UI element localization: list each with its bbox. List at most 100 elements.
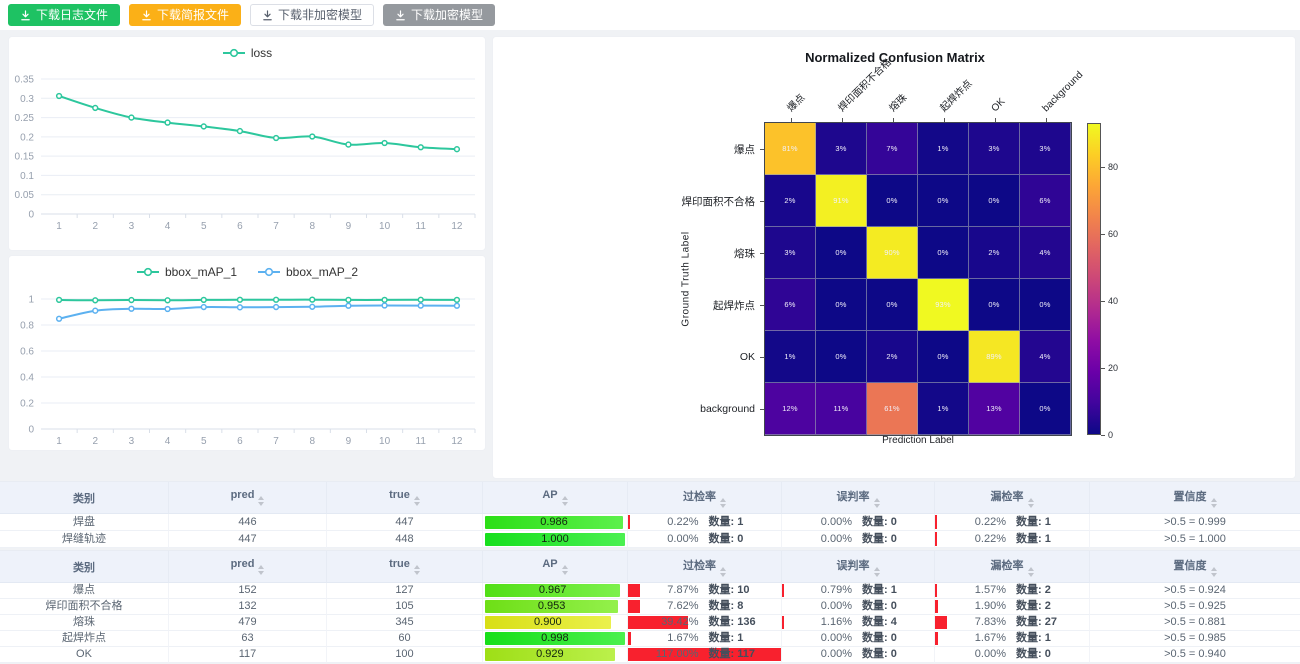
loss-chart-legend: loss — [9, 46, 485, 60]
download-encrypted-model-button[interactable]: 下载加密模型 — [383, 4, 495, 26]
rate-cell: 1.16%数量: 4 — [782, 615, 934, 630]
legend-item-bbox_mAP_2[interactable]: bbox_mAP_2 — [257, 265, 358, 279]
col-header-label: AP — [542, 558, 557, 570]
col-mis-header[interactable]: 误判率 — [782, 482, 935, 514]
table-row: 焊印面积不合格1321050.9537.62%数量: 80.00%数量: 01.… — [0, 599, 1300, 615]
button-label: 下载简报文件 — [157, 9, 229, 21]
col-mis-header[interactable]: 误判率 — [782, 551, 935, 583]
col-pred-header[interactable]: pred — [169, 551, 327, 583]
rate-cell: 1.67%数量: 1 — [935, 631, 1089, 646]
cm-col-label: 焊印面积不合格 — [836, 57, 894, 115]
cm-col-label: 爆点 — [785, 92, 808, 115]
cell-pred: 479 — [169, 615, 327, 631]
svg-text:1: 1 — [56, 436, 62, 447]
col-true-header[interactable]: true — [327, 482, 483, 514]
rate-percent: 0.00% — [649, 531, 699, 547]
cm-x-tick — [995, 118, 996, 123]
col-over-header[interactable]: 过检率 — [628, 482, 782, 514]
cell-class: 爆点 — [0, 583, 169, 599]
sort-icon — [414, 496, 420, 506]
rate-count: 数量: 1 — [1016, 531, 1068, 547]
colorbar-tick-label: 0 — [1108, 430, 1113, 440]
cm-cell-value: 4% — [1039, 352, 1050, 361]
rate-percent: 0.00% — [802, 599, 852, 614]
sort-icon — [1028, 567, 1034, 577]
col-over-header[interactable]: 过检率 — [628, 551, 782, 583]
svg-text:6: 6 — [237, 436, 243, 447]
colorbar-tick-label: 80 — [1108, 162, 1118, 172]
cell-misjudge-rate: 0.00%数量: 0 — [782, 647, 935, 663]
col-miss-header[interactable]: 漏检率 — [935, 482, 1090, 514]
cm-cell: 3% — [969, 123, 1020, 175]
rate-cell: 0.00%数量: 0 — [782, 631, 934, 646]
svg-text:0.8: 0.8 — [20, 321, 34, 332]
svg-text:0.35: 0.35 — [15, 75, 35, 86]
cell-confidence: >0.5 = 0.881 — [1090, 615, 1300, 631]
sort-icon — [874, 567, 880, 577]
col-header-label: 置信度 — [1174, 491, 1207, 503]
col-true-header[interactable]: true — [327, 551, 483, 583]
col-pred-header[interactable]: pred — [169, 482, 327, 514]
download-unencrypted-model-button[interactable]: 下载非加密模型 — [250, 4, 374, 26]
ap-bar: 0.967 — [485, 584, 620, 597]
col-ap-header[interactable]: AP — [483, 482, 628, 514]
col-conf-header[interactable]: 置信度 — [1090, 482, 1300, 514]
cm-cell: 7% — [867, 123, 918, 175]
cell-confidence: >0.5 = 0.940 — [1090, 647, 1300, 663]
rate-cell: 117.00%数量: 117 — [628, 647, 781, 662]
cell-ap: 1.000 — [483, 531, 628, 548]
cell-ap: 0.967 — [483, 583, 628, 599]
cm-cell: 4% — [1020, 331, 1071, 383]
cell-missdetect-rate: 1.90%数量: 2 — [935, 599, 1090, 615]
rate-count: 数量: 1 — [709, 631, 761, 646]
cm-x-tick — [893, 118, 894, 123]
legend-label: loss — [251, 46, 272, 60]
rate-percent: 1.90% — [956, 599, 1006, 614]
col-header-label: 误判率 — [837, 491, 870, 503]
rate-cell: 0.22% 数量: 1 — [935, 531, 1089, 547]
cm-row-label: background — [493, 383, 755, 435]
cell-misjudge-rate: 1.16%数量: 4 — [782, 615, 935, 631]
legend-item-loss[interactable]: loss — [222, 46, 272, 60]
cm-cell: 0% — [816, 331, 867, 383]
ap-bar: 0.998 — [485, 632, 625, 645]
col-miss-header[interactable]: 漏检率 — [935, 551, 1090, 583]
legend-label: bbox_mAP_2 — [286, 265, 358, 279]
colorbar-tick — [1101, 167, 1105, 168]
sort-icon — [562, 565, 568, 575]
cm-cell: 90% — [867, 227, 918, 279]
rate-cell: 0.00%数量: 0 — [782, 599, 934, 614]
rate-percent: 0.22% — [956, 531, 1006, 547]
rate-cell: 0.00%数量: 0 — [935, 647, 1089, 662]
svg-text:0: 0 — [28, 210, 34, 221]
cell-class: 焊盘 — [0, 514, 169, 531]
download-icon — [141, 10, 152, 21]
rate-count: 数量: 4 — [862, 615, 914, 630]
svg-text:7: 7 — [273, 436, 279, 447]
rate-count: 数量: 0 — [1016, 647, 1068, 662]
cm-cell: 0% — [867, 279, 918, 331]
legend-item-bbox_mAP_1[interactable]: bbox_mAP_1 — [136, 265, 237, 279]
col-header-label: 类别 — [73, 493, 95, 505]
col-conf-header[interactable]: 置信度 — [1090, 551, 1300, 583]
cell-true: 100 — [327, 647, 483, 663]
cm-cell-value: 0% — [937, 196, 948, 205]
cm-cell-value: 6% — [784, 300, 795, 309]
confusion-matrix-card: Normalized Confusion Matrix 81%3%7%1%3%3… — [492, 36, 1296, 479]
rate-cell: 0.79%数量: 1 — [782, 583, 934, 598]
cm-cell-value: 0% — [937, 248, 948, 257]
svg-text:12: 12 — [451, 221, 463, 232]
download-log-file-button[interactable]: 下载日志文件 — [8, 4, 120, 26]
cm-cell-value: 1% — [784, 352, 795, 361]
cm-cell-value: 3% — [835, 144, 846, 153]
cell-overdetect-rate: 117.00%数量: 117 — [628, 647, 782, 663]
cm-cell-value: 0% — [835, 300, 846, 309]
download-brief-file-button[interactable]: 下载简报文件 — [129, 4, 241, 26]
col-ap-header[interactable]: AP — [483, 551, 628, 583]
sort-icon — [874, 498, 880, 508]
ap-bar: 0.900 — [485, 616, 611, 629]
cm-cell: 3% — [765, 227, 816, 279]
cell-true: 60 — [327, 631, 483, 647]
cm-cell: 2% — [765, 175, 816, 227]
cell-confidence: >0.5 = 1.000 — [1090, 531, 1300, 548]
